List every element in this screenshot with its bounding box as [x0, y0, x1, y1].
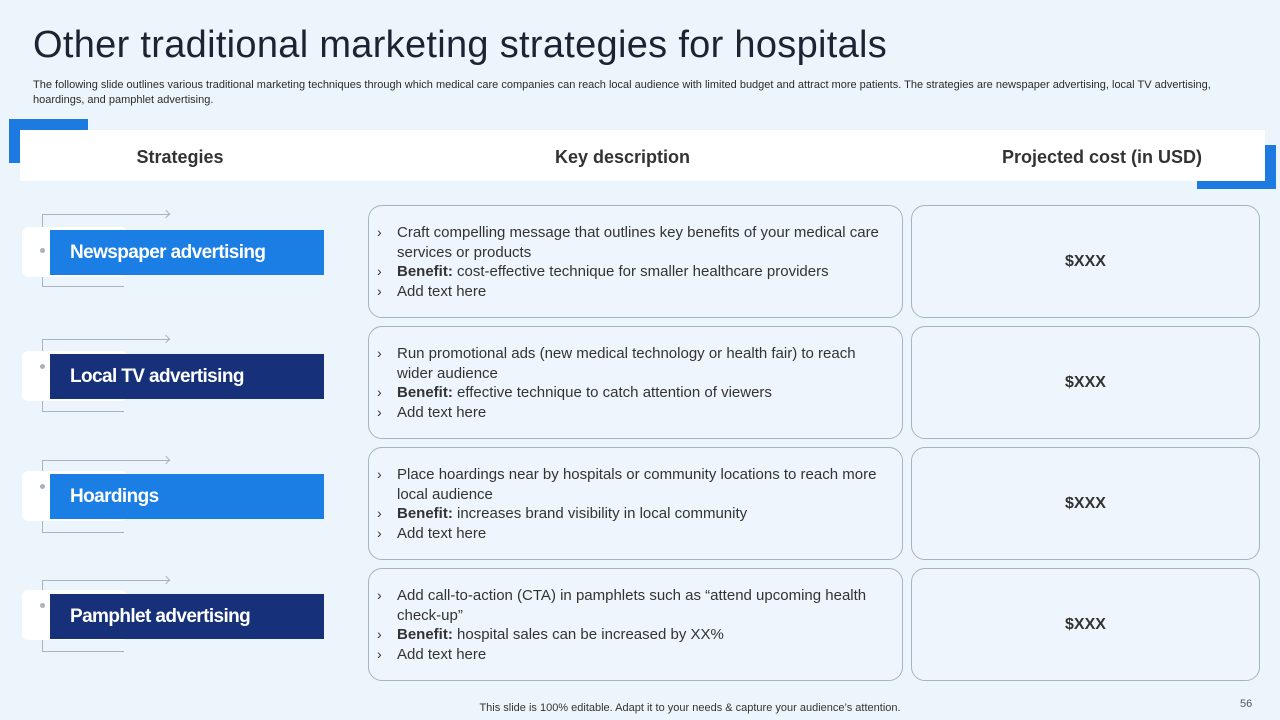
- bullet-chevron-icon: ›: [377, 345, 382, 361]
- list-item: › Benefit: cost-effective technique for s…: [369, 262, 902, 282]
- connector-dot: [40, 484, 45, 489]
- connector-dot: [40, 364, 45, 369]
- bullet-chevron-icon: ›: [377, 626, 382, 642]
- bullet-chevron-icon: ›: [377, 403, 382, 420]
- cost-box: $XXX: [911, 205, 1260, 318]
- description-point: Add call-to-action (CTA) in pamphlets su…: [397, 587, 867, 624]
- table-header-bar: Strategies Key description Projected cos…: [20, 130, 1265, 181]
- strategy-row: Local TV advertising › Run promotional ad…: [0, 326, 1280, 439]
- list-item: › Place hoardings near by hospitals or co…: [369, 465, 902, 504]
- list-item: › Benefit: hospital sales can be increase…: [369, 625, 902, 645]
- description-point: Run promotional ads (new medical technol…: [397, 345, 856, 382]
- description-box: › Place hoardings near by hospitals or co…: [368, 447, 903, 560]
- footer-note: This slide is 100% editable. Adapt it to…: [479, 702, 901, 714]
- arrow-right-icon: [161, 334, 171, 344]
- strategy-label: Pamphlet advertising: [50, 594, 324, 639]
- list-item: › Run promotional ads (new medical techno…: [369, 344, 902, 383]
- benefit-label: Benefit:: [397, 505, 453, 522]
- arrow-right-icon: [161, 455, 171, 465]
- benefit-label: Benefit:: [397, 263, 453, 280]
- strategy-row: Hoardings › Place hoardings near by hospi…: [0, 447, 1280, 560]
- slide-title: Other traditional marketing strategies f…: [33, 24, 888, 66]
- description-box: › Add call-to-action (CTA) in pamphlets s…: [368, 568, 903, 681]
- benefit-text: hospital sales can be increased by XX%: [452, 626, 724, 643]
- list-item: › Add text here: [369, 524, 902, 544]
- bullet-chevron-icon: ›: [377, 587, 382, 603]
- bullet-chevron-icon: ›: [377, 263, 382, 279]
- bullet-chevron-icon: ›: [377, 645, 382, 662]
- list-item: › Benefit: effective technique to catch a…: [369, 383, 902, 403]
- slide-subtitle: The following slide outlines various tra…: [33, 79, 1211, 106]
- placeholder-point: Add text here: [397, 403, 487, 421]
- benefit-text: increases brand visibility in local comm…: [452, 505, 748, 522]
- placeholder-point: Add text here: [397, 282, 487, 300]
- cost-box: $XXX: [911, 447, 1260, 560]
- list-item: › Benefit: increases brand visibility in …: [369, 504, 902, 524]
- cost-box: $XXX: [911, 568, 1260, 681]
- bullet-chevron-icon: ›: [377, 224, 382, 240]
- list-item: › Add call-to-action (CTA) in pamphlets s…: [369, 586, 902, 625]
- benefit-text: effective technique to catch attention o…: [452, 384, 772, 401]
- benefit-text: cost-effective technique for smaller hea…: [452, 263, 829, 280]
- bullet-chevron-icon: ›: [377, 505, 382, 521]
- strategy-row: Pamphlet advertising › Add call-to-action…: [0, 568, 1280, 681]
- strategy-row: Newspaper advertising › Craft compelling …: [0, 205, 1280, 318]
- placeholder-point: Add text here: [397, 524, 487, 542]
- bullet-chevron-icon: ›: [377, 524, 382, 541]
- bullet-chevron-icon: ›: [377, 466, 382, 482]
- description-point: Place hoardings near by hospitals or com…: [397, 466, 877, 503]
- description-box: › Run promotional ads (new medical techno…: [368, 326, 903, 439]
- list-item: › Add text here: [369, 282, 902, 302]
- description-box: › Craft compelling message that outlines …: [368, 205, 903, 318]
- connector-dot: [40, 248, 45, 253]
- bullet-chevron-icon: ›: [377, 384, 382, 400]
- page-number: 56: [1240, 698, 1253, 710]
- cost-box: $XXX: [911, 326, 1260, 439]
- arrow-right-icon: [161, 209, 171, 219]
- list-item: › Add text here: [369, 645, 902, 665]
- benefit-label: Benefit:: [397, 626, 453, 643]
- description-point: Craft compelling message that outlines k…: [397, 224, 879, 261]
- header-projected-cost: Projected cost (in USD): [1001, 147, 1203, 167]
- placeholder-point: Add text here: [397, 645, 487, 663]
- strategy-label: Newspaper advertising: [50, 230, 324, 275]
- connector-dot: [40, 603, 45, 608]
- bullet-chevron-icon: ›: [377, 282, 382, 299]
- arrow-right-icon: [161, 575, 171, 585]
- list-item: › Craft compelling message that outlines …: [369, 223, 902, 262]
- strategy-label: Hoardings: [50, 474, 324, 519]
- strategy-label: Local TV advertising: [50, 354, 324, 399]
- list-item: › Add text here: [369, 403, 902, 423]
- benefit-label: Benefit:: [397, 384, 453, 401]
- header-key-description: Key description: [554, 147, 691, 167]
- header-strategies: Strategies: [136, 147, 224, 167]
